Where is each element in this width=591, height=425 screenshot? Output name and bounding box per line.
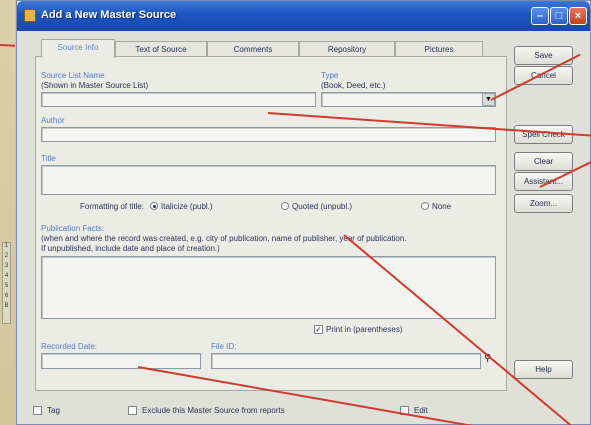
close-button[interactable]: ×: [569, 7, 587, 25]
file-id-input[interactable]: [211, 353, 481, 369]
edit-label: Edit: [414, 406, 428, 415]
title-label: Title: [41, 154, 56, 163]
tab-source-info[interactable]: Source Info: [41, 39, 115, 58]
help-button[interactable]: Help: [514, 360, 573, 379]
recorded-date-input[interactable]: [41, 353, 201, 369]
none-radio[interactable]: [421, 202, 429, 210]
quoted-label: Quoted (unpubl.): [292, 202, 353, 211]
app-icon: [24, 9, 36, 22]
tag-label: Tag: [47, 406, 60, 415]
side-strip-char: 4: [4, 273, 9, 279]
side-strip-char: B: [4, 303, 9, 309]
tab-repository[interactable]: Repository: [299, 41, 395, 57]
source-list-name-input[interactable]: [41, 92, 316, 107]
source-list-name-label: Source List Name: [41, 71, 105, 80]
title-format-label: Formatting of title:: [80, 202, 145, 211]
italicize-radio[interactable]: [150, 202, 158, 210]
side-index-strip[interactable]: 1 2 3 4 5 6 B: [2, 242, 11, 324]
tab-strip: Source Info Text of Source Comments Repo…: [41, 39, 506, 58]
exclude-label: Exclude this Master Source from reports: [142, 406, 285, 415]
side-strip-char: 1: [4, 243, 9, 249]
none-label: None: [432, 202, 452, 211]
side-strip-char: 2: [4, 253, 9, 259]
side-strip-char: 3: [4, 263, 9, 269]
source-info-panel: Source List Name (Shown in Master Source…: [35, 56, 507, 391]
side-strip-char: 6: [4, 293, 9, 299]
maximize-button[interactable]: □: [550, 7, 568, 25]
file-id-label: File ID:: [211, 342, 237, 351]
print-in-parens-checkbox[interactable]: ✓: [314, 325, 323, 334]
tab-text-of-source[interactable]: Text of Source: [115, 41, 207, 57]
window-title: Add a New Master Source: [41, 9, 177, 21]
minimize-button[interactable]: –: [531, 7, 549, 25]
source-list-name-hint: (Shown in Master Source List): [41, 81, 149, 90]
type-hint: (Book, Deed, etc.): [321, 81, 386, 90]
type-select[interactable]: [321, 92, 496, 107]
italicize-label: Italicize (publ.): [161, 202, 213, 211]
tab-comments[interactable]: Comments: [207, 41, 299, 57]
title-bar[interactable]: Add a New Master Source – □ ×: [17, 1, 590, 31]
type-label: Type: [321, 71, 339, 80]
side-strip-char: 5: [4, 283, 9, 289]
dialog-window: Add a New Master Source – □ × Source Inf…: [16, 0, 591, 425]
pub-facts-label: Publication Facts:: [41, 224, 105, 233]
zoom-button[interactable]: Zoom...: [514, 194, 573, 213]
exclude-checkbox[interactable]: [128, 406, 137, 415]
quoted-radio[interactable]: [281, 202, 289, 210]
author-label: Author: [41, 116, 65, 125]
pub-facts-hint-2: If unpublished, include date and place o…: [41, 244, 220, 253]
pub-facts-input[interactable]: [41, 256, 496, 319]
print-in-parens-label: Print in (parentheses): [326, 325, 403, 334]
tag-checkbox[interactable]: [33, 406, 42, 415]
recorded-date-label: Recorded Date:: [41, 342, 98, 351]
tab-pictures[interactable]: Pictures: [395, 41, 483, 57]
clear-button[interactable]: Clear: [514, 152, 573, 171]
title-input[interactable]: [41, 165, 496, 195]
author-input[interactable]: [41, 127, 496, 142]
